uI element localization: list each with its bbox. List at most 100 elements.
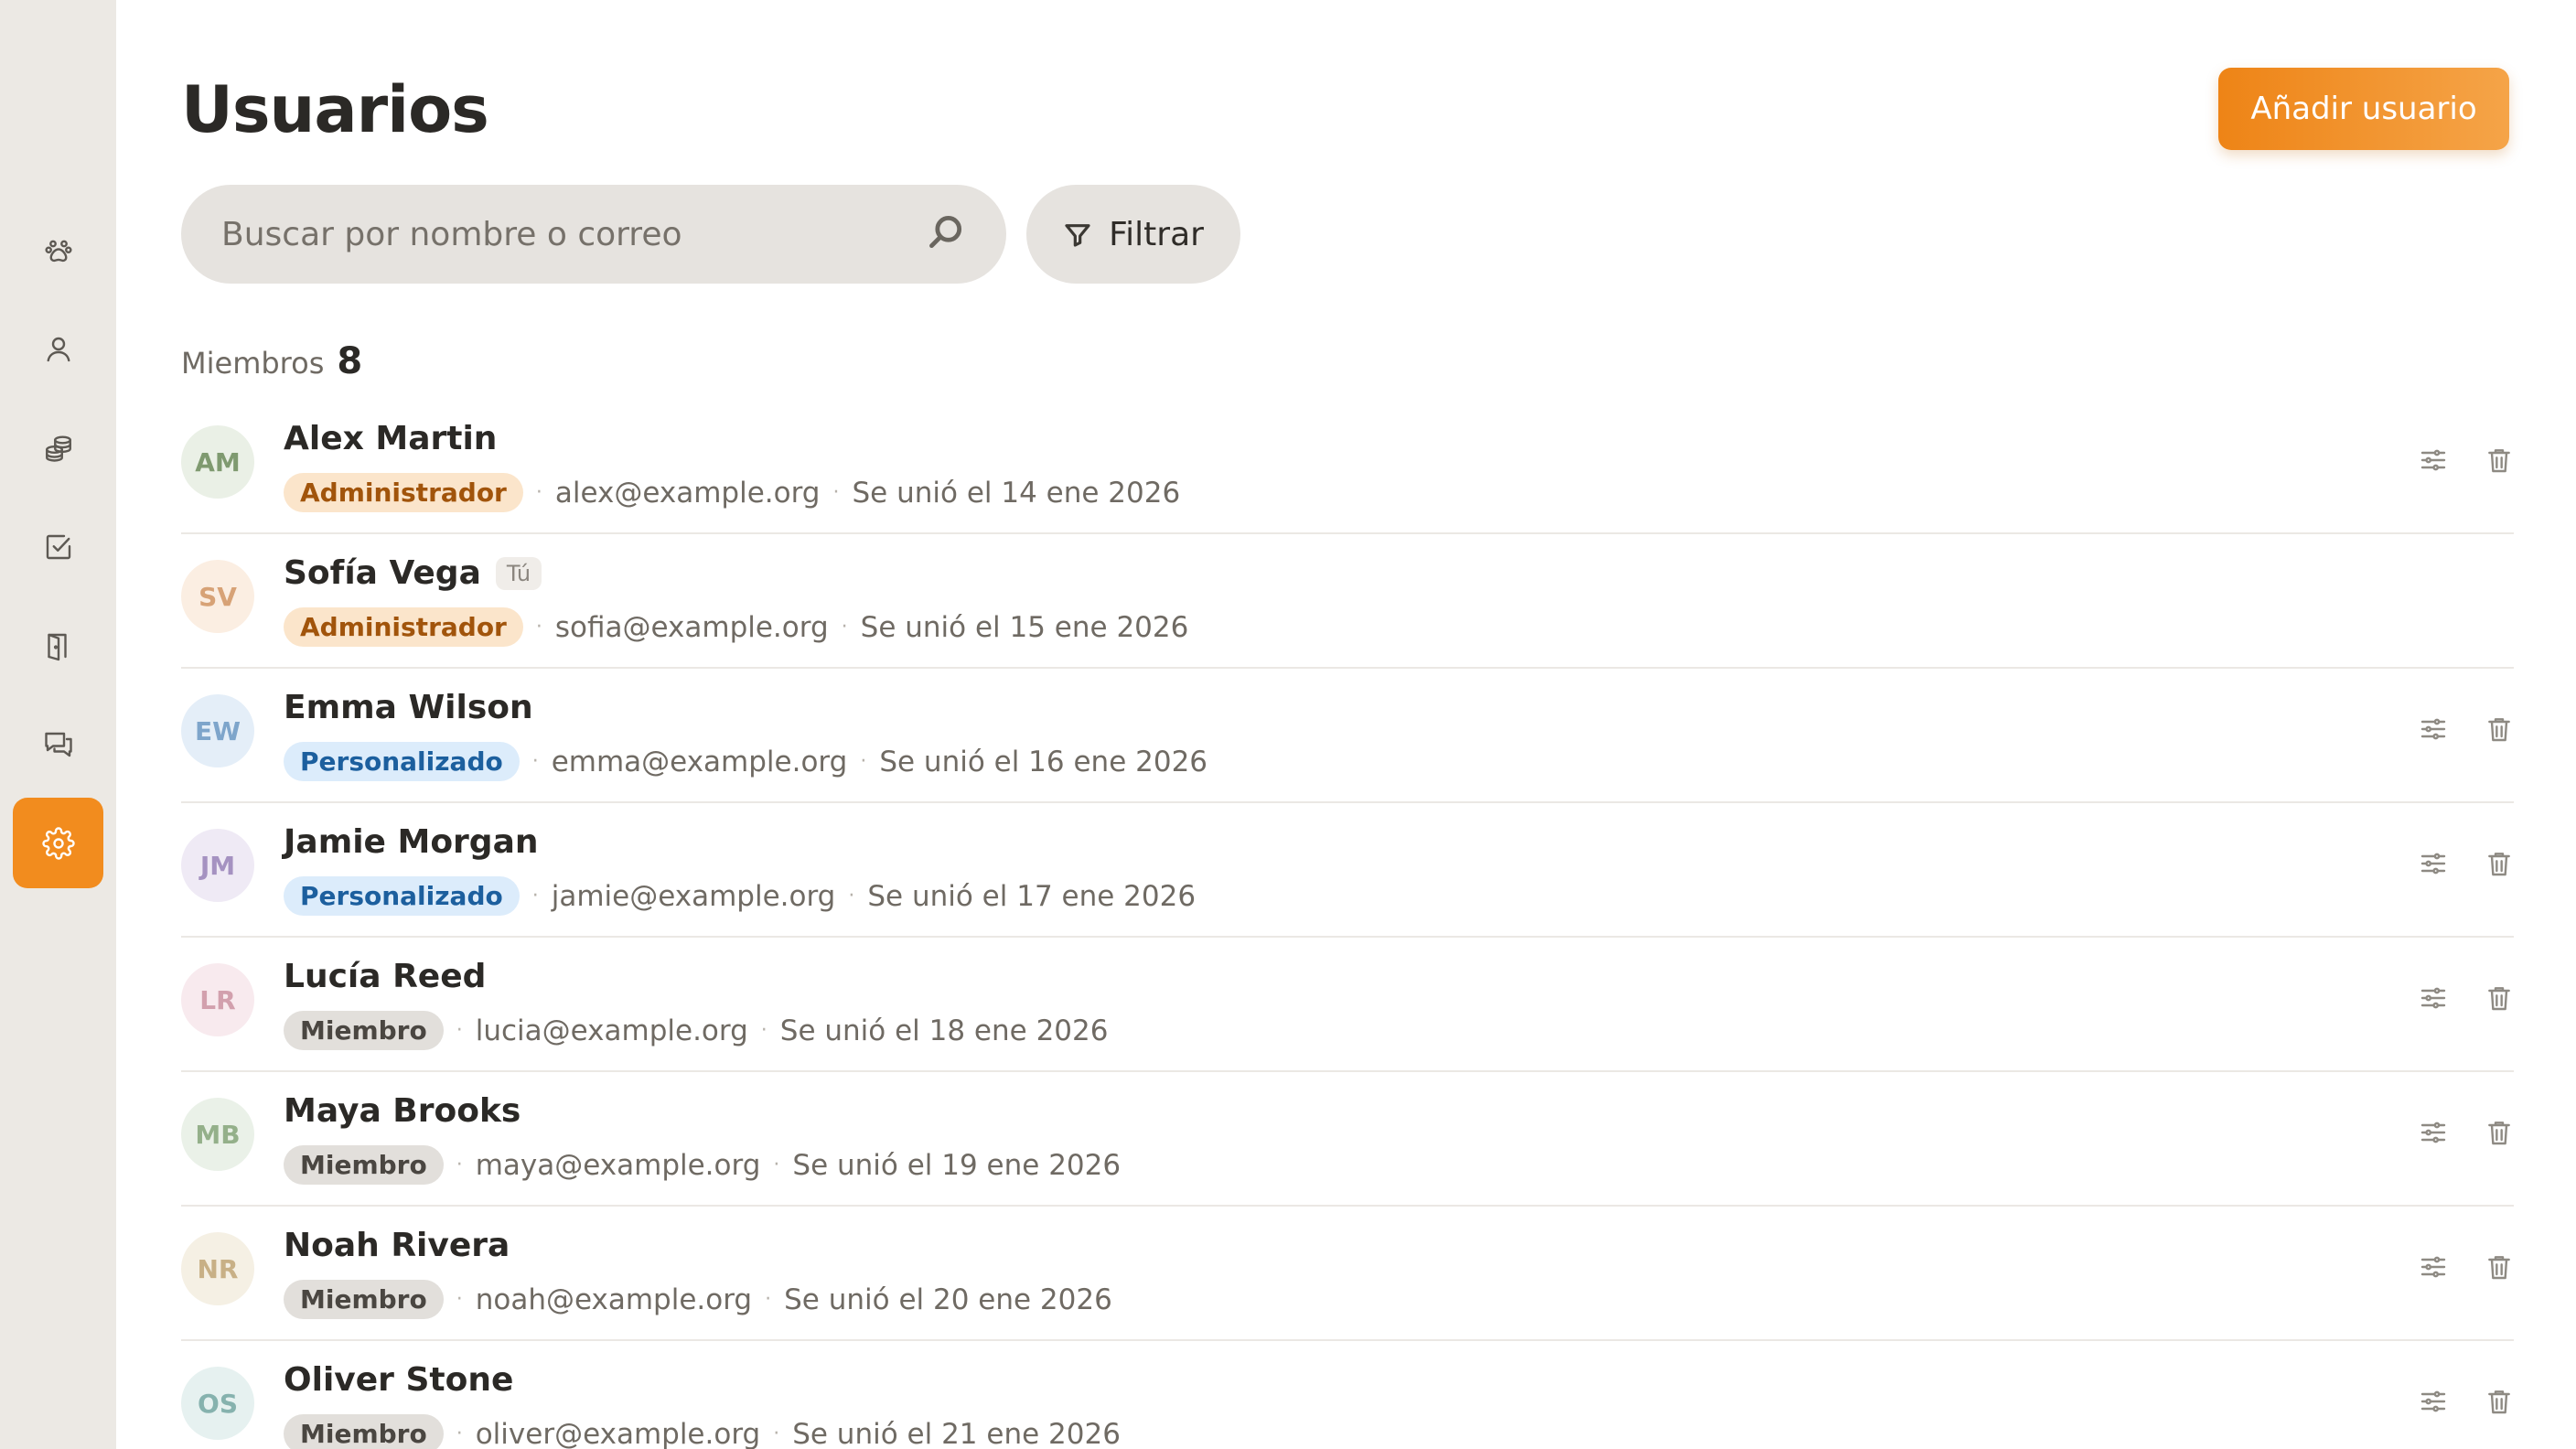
permissions-icon[interactable] [2419,849,2448,878]
delete-icon[interactable] [2485,445,2514,475]
user-email: oliver@example.org [475,1417,761,1449]
avatar: NR [181,1232,254,1305]
separator-dot: · [760,1019,767,1042]
separator-dot: · [535,616,542,639]
delete-icon[interactable] [2485,714,2514,744]
user-joined-date: Se unió el 14 ene 2026 [852,476,1181,510]
sidebar-item-tasks[interactable] [13,501,103,592]
table-row[interactable]: NR Noah Rivera Miembro · noah@example.or… [181,1207,2514,1341]
user-email: noah@example.org [475,1283,753,1316]
permissions-icon[interactable] [2419,714,2448,744]
search-input[interactable]: Buscar por nombre o correo [181,185,1006,284]
role-badge: Miembro [284,1414,444,1449]
delete-icon[interactable] [2485,1118,2514,1147]
sidebar-item-settings[interactable] [13,798,103,888]
user-email: sofia@example.org [554,610,829,644]
meta-line: Administrador · sofia@example.org · Se u… [284,607,1188,647]
search-icon[interactable] [926,212,966,256]
meta-line: Miembro · oliver@example.org · Se unió e… [284,1414,1121,1449]
avatar: AM [181,425,254,499]
filter-label: Filtrar [1109,215,1204,253]
name-line: Sofía Vega Tú [284,554,542,592]
user-email: alex@example.org [554,476,821,510]
add-user-button[interactable]: Añadir usuario [2218,68,2509,150]
user-joined-date: Se unió el 16 ene 2026 [879,745,1208,778]
user-name: Noah Rivera [284,1227,510,1264]
user-joined-date: Se unió el 21 ene 2026 [792,1417,1121,1449]
delete-icon[interactable] [2485,1387,2514,1416]
meta-line: Personalizado · emma@example.org · Se un… [284,742,1208,781]
permissions-icon[interactable] [2419,1387,2448,1416]
name-line: Oliver Stone [284,1361,513,1399]
sidebar-item-door[interactable] [13,600,103,691]
name-line: Alex Martin [284,420,497,457]
separator-dot: · [860,750,867,773]
name-line: Emma Wilson [284,689,533,726]
separator-dot: · [773,1154,780,1176]
members-count: 8 [337,340,363,382]
door-icon [47,633,67,660]
avatar: MB [181,1098,254,1171]
meta-line: Administrador · alex@example.org · Se un… [284,473,1180,512]
user-name: Lucía Reed [284,958,487,995]
meta-line: Miembro · lucia@example.org · Se unió el… [284,1011,1108,1050]
chat-icon [44,732,72,757]
name-line: Maya Brooks [284,1092,521,1130]
table-row[interactable]: SV Sofía Vega Tú Administrador · sofia@e… [181,534,2514,669]
filter-button[interactable]: Filtrar [1026,185,1240,284]
avatar: LR [181,963,254,1036]
sidebar-item-coins[interactable] [13,402,103,493]
permissions-icon[interactable] [2419,1118,2448,1147]
user-name: Maya Brooks [284,1092,521,1130]
table-row[interactable]: MB Maya Brooks Miembro · maya@example.or… [181,1072,2514,1207]
permissions-icon[interactable] [2419,983,2448,1013]
separator-dot: · [848,885,855,907]
delete-icon[interactable] [2485,849,2514,878]
separator-dot: · [765,1288,772,1311]
gear-icon [41,826,75,860]
user-joined-date: Se unió el 20 ene 2026 [784,1283,1112,1316]
members-header: Miembros 8 [181,340,362,382]
meta-line: Miembro · noah@example.org · Se unió el … [284,1280,1112,1319]
paw-icon [44,240,72,262]
permissions-icon[interactable] [2419,1252,2448,1282]
checkbox-icon [46,534,70,559]
separator-dot: · [456,1288,463,1311]
user-name: Jamie Morgan [284,823,539,861]
user-list: AM Alex Martin Administrador · alex@exam… [181,400,2514,1449]
separator-dot: · [535,481,542,504]
avatar: OS [181,1367,254,1440]
table-row[interactable]: LR Lucía Reed Miembro · lucia@example.or… [181,938,2514,1072]
table-row[interactable]: JM Jamie Morgan Personalizado · jamie@ex… [181,803,2514,938]
row-actions [2419,1118,2514,1147]
separator-dot: · [456,1422,463,1445]
avatar: JM [181,829,254,902]
sidebar [0,0,116,1449]
user-icon [47,337,70,361]
sidebar-item-paw[interactable] [13,205,103,295]
separator-dot: · [456,1154,463,1176]
role-badge: Administrador [284,607,523,647]
row-actions [2419,849,2514,878]
role-badge: Administrador [284,473,523,512]
user-email: jamie@example.org [551,879,836,913]
user-joined-date: Se unió el 18 ene 2026 [779,1014,1109,1047]
sidebar-item-user[interactable] [13,304,103,394]
permissions-icon[interactable] [2419,445,2448,475]
table-row[interactable]: OS Oliver Stone Miembro · oliver@example… [181,1341,2514,1449]
table-row[interactable]: EW Emma Wilson Personalizado · emma@exam… [181,669,2514,803]
user-name: Sofía Vega [284,554,481,592]
row-actions [2419,445,2514,475]
delete-icon[interactable] [2485,1252,2514,1282]
user-email: maya@example.org [475,1148,761,1182]
members-label: Miembros [181,346,325,381]
name-line: Noah Rivera [284,1227,510,1264]
avatar: SV [181,560,254,633]
role-badge: Personalizado [284,876,520,916]
delete-icon[interactable] [2485,983,2514,1013]
separator-dot: · [773,1422,780,1445]
user-name: Oliver Stone [284,1361,514,1399]
separator-dot: · [531,885,539,907]
table-row[interactable]: AM Alex Martin Administrador · alex@exam… [181,400,2514,534]
sidebar-item-chat[interactable] [13,699,103,789]
